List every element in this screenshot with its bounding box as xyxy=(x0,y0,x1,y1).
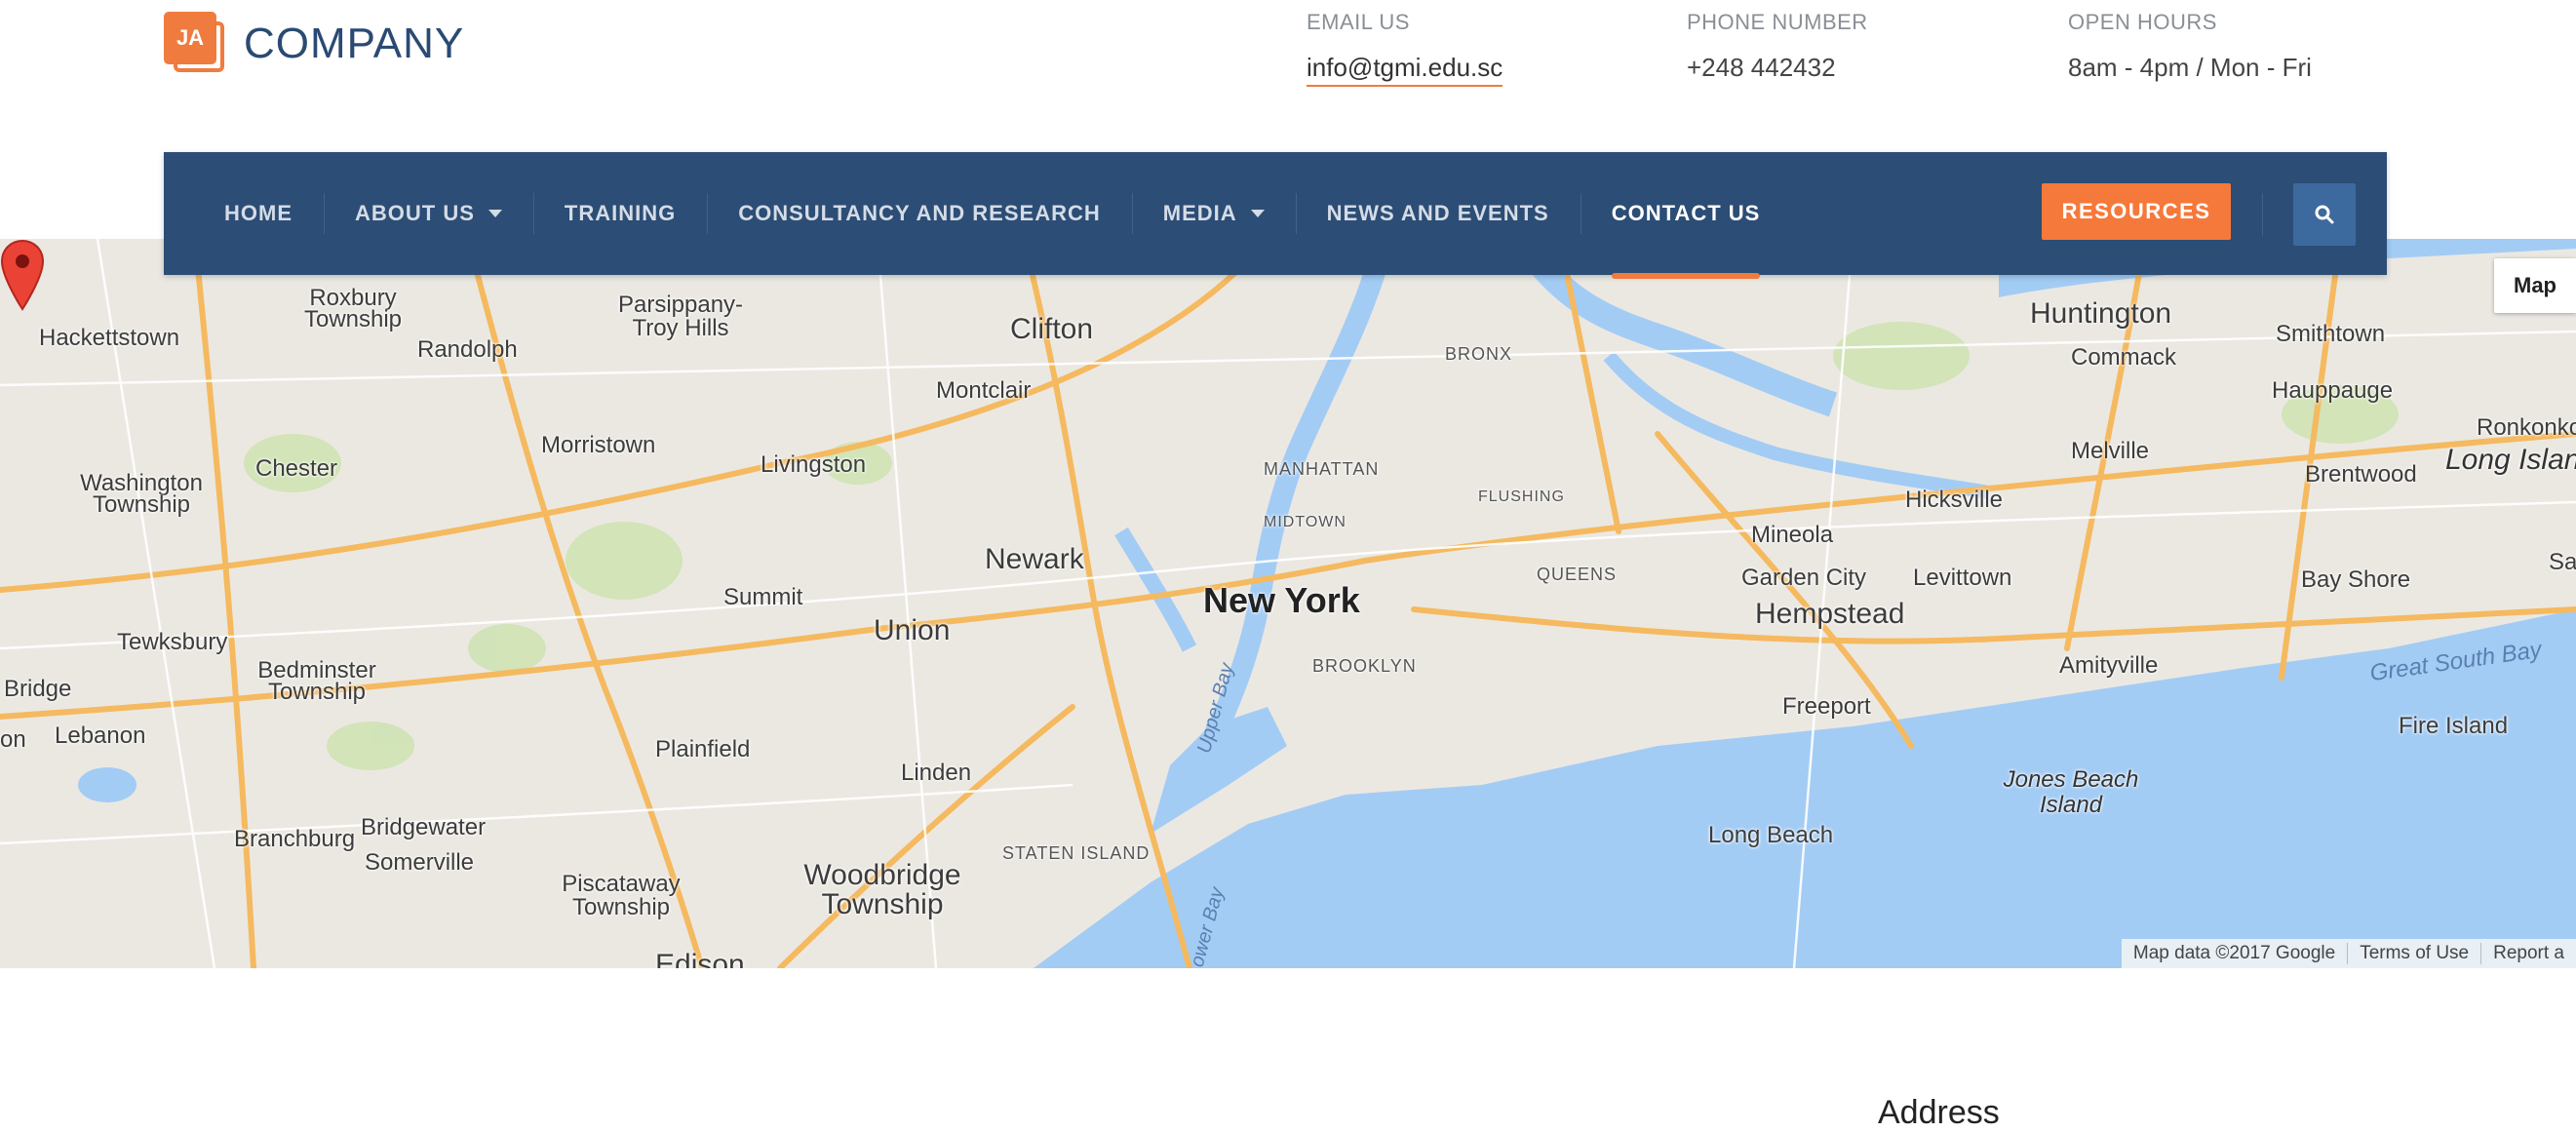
hours-info: OPEN HOURS 8am - 4pm / Mon - Fri xyxy=(2068,10,2312,83)
map-label-midtown: MIDTOWN xyxy=(1264,514,1347,530)
map-label-brentwood: Brentwood xyxy=(2305,461,2417,488)
map-label-long-beach: Long Beach xyxy=(1708,822,1834,848)
map-label-morristown: Morristown xyxy=(541,432,656,458)
map-label-brooklyn: BROOKLYN xyxy=(1312,656,1417,676)
map-label-freeport: Freeport xyxy=(1782,693,1871,720)
map-label-parsippany: Parsippany-Troy Hills xyxy=(617,292,744,341)
hours-label: OPEN HOURS xyxy=(2068,10,2217,34)
map-label-newark: Newark xyxy=(985,543,1084,575)
phone-info: PHONE NUMBER +248 442432 xyxy=(1687,10,1868,83)
map-label-mineola: Mineola xyxy=(1751,522,1834,548)
nav-divider xyxy=(2262,193,2263,236)
resources-button[interactable]: RESOURCES xyxy=(2042,183,2231,240)
logo-name: COMPANY xyxy=(244,20,465,67)
map-label-bridge: Bridge xyxy=(4,676,72,702)
search-button[interactable] xyxy=(2293,183,2356,246)
nav-training-label: TRAINING xyxy=(564,201,677,225)
map-label-edge-right: Sa xyxy=(2549,549,2576,575)
map-label-manhattan: MANHATTAN xyxy=(1264,459,1380,479)
phone-label: PHONE NUMBER xyxy=(1687,10,1868,34)
map-label-ronkonkoma: Ronkonkom xyxy=(2477,414,2576,441)
map-label-washington-twp: Washington Township xyxy=(80,470,203,518)
map-label-staten-island: STATEN ISLAND xyxy=(1002,843,1151,863)
map-label-summit: Summit xyxy=(723,584,803,610)
map-label-edge-left: on xyxy=(0,726,26,753)
map-label-clifton: Clifton xyxy=(1010,313,1094,345)
map-label-randolph: Randolph xyxy=(417,336,518,363)
map-label-hackettstown: Hackettstown xyxy=(39,325,180,351)
nav-item-consultancy[interactable]: CONSULTANCY AND RESEARCH xyxy=(707,152,1132,275)
report-link[interactable]: Report a xyxy=(2480,943,2576,964)
map-label-jones-beach: Jones Beach Island xyxy=(2003,766,2139,818)
chevron-down-icon xyxy=(1250,210,1265,217)
chevron-down-icon xyxy=(488,210,502,217)
map-label-bay-shore: Bay Shore xyxy=(2301,566,2411,593)
nav-media-label: MEDIA xyxy=(1162,201,1237,225)
search-icon xyxy=(2315,205,2334,224)
google-map[interactable]: New York Newark Union Clifton Montclair … xyxy=(0,239,2576,968)
map-label-commack: Commack xyxy=(2071,344,2177,371)
map-label-bedminster: Bedminster Township xyxy=(257,657,376,705)
map-label-garden-city: Garden City xyxy=(1741,565,1867,591)
phone-value: +248 442432 xyxy=(1687,53,1836,82)
map-label-long-island: Long Island xyxy=(2445,444,2576,476)
map-label-melville: Melville xyxy=(2071,438,2150,464)
nav-item-media[interactable]: MEDIA xyxy=(1131,152,1296,275)
nav-item-training[interactable]: TRAINING xyxy=(532,152,707,275)
map-attribution: Map data ©2017 Google Terms of Use Repor… xyxy=(2121,939,2576,968)
map-label-union: Union xyxy=(874,614,951,646)
nav-news-label: NEWS AND EVENTS xyxy=(1326,201,1549,225)
email-info: EMAIL US info@tgmi.edu.sc xyxy=(1307,10,1503,87)
map-label-montclair: Montclair xyxy=(936,377,1032,404)
nav-item-news-events[interactable]: NEWS AND EVENTS xyxy=(1295,152,1581,275)
nav-home-label: HOME xyxy=(224,201,293,225)
map-label-hempstead: Hempstead xyxy=(1755,598,1905,630)
map-label-lebanon: Lebanon xyxy=(55,722,146,749)
terms-of-use-link[interactable]: Terms of Use xyxy=(2347,943,2480,964)
nav-about-label: ABOUT US xyxy=(355,201,475,225)
logo-mark: JA xyxy=(164,12,228,76)
nav-consultancy-label: CONSULTANCY AND RESEARCH xyxy=(738,201,1101,225)
map-label-bridgewater: Bridgewater xyxy=(361,814,487,840)
map-label-livingston: Livingston xyxy=(761,451,867,478)
map-label-hicksville: Hicksville xyxy=(1905,487,2004,513)
map-label-plainfield: Plainfield xyxy=(655,736,751,762)
map-label-branchburg: Branchburg xyxy=(234,826,356,852)
nav-item-contact-us[interactable]: CONTACT US xyxy=(1580,152,1792,279)
map-label-smithtown: Smithtown xyxy=(2276,321,2386,347)
map-label-flushing: FLUSHING xyxy=(1478,488,1565,505)
map-label-levittown: Levittown xyxy=(1913,565,2012,591)
map-label-bronx: BRONX xyxy=(1445,344,1513,364)
map-label-roxbury: Roxbury Township xyxy=(303,285,403,332)
company-logo[interactable]: JA COMPANY xyxy=(164,12,464,76)
map-label-amityville: Amityville xyxy=(2059,652,2159,679)
map-label-hauppauge: Hauppauge xyxy=(2272,377,2394,404)
map-data-credit: Map data ©2017 Google xyxy=(2132,943,2336,963)
address-heading: Address xyxy=(1878,1094,2000,1131)
map-label-chester: Chester xyxy=(255,455,338,482)
hours-value: 8am - 4pm / Mon - Fri xyxy=(2068,53,2312,82)
map-label-piscataway: Piscataway Township xyxy=(562,871,681,920)
email-link[interactable]: info@tgmi.edu.sc xyxy=(1307,53,1503,87)
nav-contact-label: CONTACT US xyxy=(1611,201,1761,225)
map-label-new-york: New York xyxy=(1203,580,1360,620)
map-label-somerville: Somerville xyxy=(365,849,475,876)
map-pin-icon[interactable] xyxy=(0,239,45,311)
map-label-tewksbury: Tewksbury xyxy=(117,629,228,655)
map-label-huntington: Huntington xyxy=(2030,297,2172,330)
map-type-button[interactable]: Map xyxy=(2494,258,2576,313)
map-label-queens: QUEENS xyxy=(1537,565,1618,584)
map-label-edison: Edison xyxy=(655,949,745,968)
map-label-fire-island: Fire Island xyxy=(2399,713,2509,739)
logo-letters: JA xyxy=(164,12,216,64)
map-label-linden: Linden xyxy=(901,760,972,786)
email-label: EMAIL US xyxy=(1307,10,1410,34)
nav-item-home[interactable]: HOME xyxy=(193,152,324,275)
nav-item-about-us[interactable]: ABOUT US xyxy=(324,152,533,275)
map-label-woodbridge: Woodbridge Township xyxy=(803,859,961,920)
